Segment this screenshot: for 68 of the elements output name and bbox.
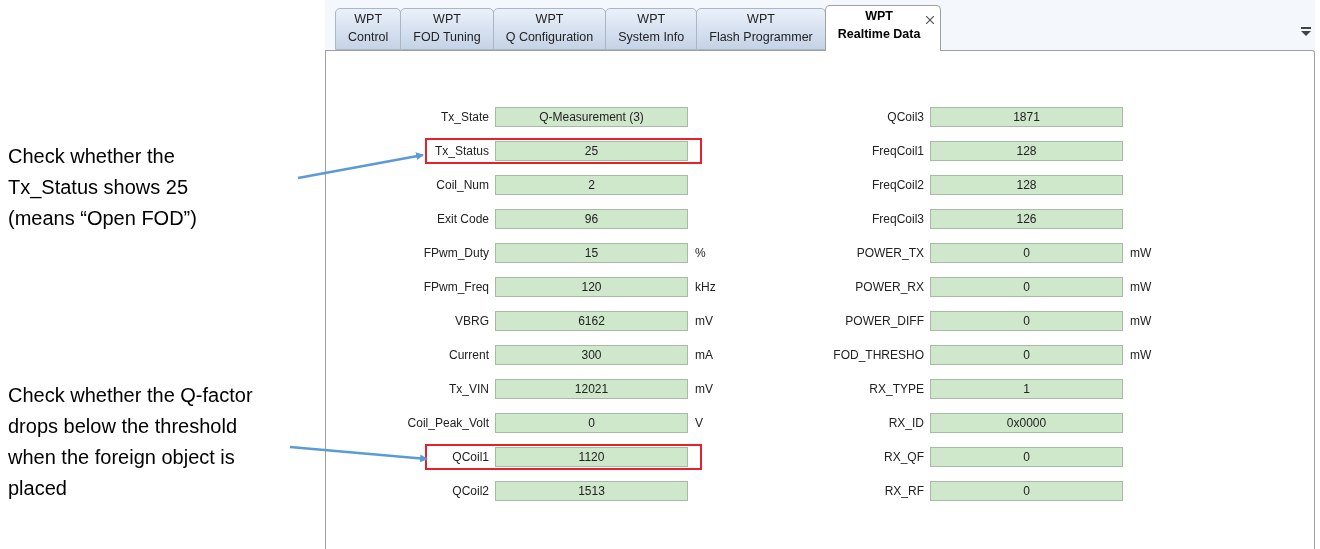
close-icon[interactable]	[926, 16, 935, 24]
field-label: Tx_State	[440, 109, 489, 126]
field-label: Tx_VIN	[449, 381, 489, 398]
field-label: RX_ID	[888, 415, 924, 432]
field-label: QCoil2	[452, 483, 489, 500]
field-label: Coil_Num	[436, 177, 489, 194]
value-field: 128	[930, 141, 1123, 161]
value-field: 25	[495, 141, 688, 161]
tab[interactable]: WPT Control	[335, 8, 402, 50]
value-field: 0	[930, 277, 1123, 297]
value-field: 0	[495, 413, 688, 433]
field-label: FreqCoil2	[871, 177, 924, 194]
field-label: POWER_RX	[855, 279, 924, 296]
value-field: 0	[930, 447, 1123, 467]
field-label: Exit Code	[436, 211, 489, 228]
value-field: 1513	[495, 481, 688, 501]
tab[interactable]: WPT Q Configuration	[492, 8, 607, 50]
annotation-text: Check whether the Q-factor drops below the threshold when the foreign object is placed	[8, 383, 254, 501]
unit-label: mV	[695, 313, 713, 330]
tab[interactable]: WPT Realtime Data	[824, 5, 942, 51]
unit-label: mW	[1130, 313, 1152, 330]
value-field: 12021	[495, 379, 688, 399]
unit-label: %	[695, 245, 706, 262]
field-label: RX_RF	[884, 483, 924, 500]
value-field: 126	[930, 209, 1123, 229]
overflow-icon[interactable]	[1301, 27, 1311, 36]
value-field: 1120	[495, 447, 688, 467]
field-label: RX_QF	[884, 449, 924, 466]
value-field: 0	[930, 345, 1123, 365]
value-field: 15	[495, 243, 688, 263]
value-field: Q-Measurement (3)	[495, 107, 688, 127]
value-field: 0	[930, 481, 1123, 501]
value-field: 96	[495, 209, 688, 229]
value-field: 120	[495, 277, 688, 297]
field-label: Coil_Peak_Volt	[407, 415, 489, 432]
field-label: VBRG	[455, 313, 489, 330]
field-label: FPwm_Duty	[423, 245, 489, 262]
field-label: POWER_TX	[856, 245, 924, 262]
value-field: 300	[495, 345, 688, 365]
field-label: FreqCoil3	[871, 211, 924, 228]
field-label: FOD_THRESHO	[833, 347, 924, 364]
unit-label: V	[695, 415, 703, 432]
unit-label: mA	[695, 347, 713, 364]
annotation-text: Check whether the Tx_Status shows 25 (means “Open FOD”)	[8, 144, 198, 231]
value-field: 2	[495, 175, 688, 195]
field-label: Current	[449, 347, 489, 364]
value-field: 0	[930, 311, 1123, 331]
unit-label: mW	[1130, 347, 1152, 364]
field-label: FPwm_Freq	[423, 279, 489, 296]
value-field: 6162	[495, 311, 688, 331]
value-field: 0	[930, 243, 1123, 263]
value-field: 128	[930, 175, 1123, 195]
value-field: 0x0000	[930, 413, 1123, 433]
unit-label: kHz	[695, 279, 716, 296]
field-label: POWER_DIFF	[845, 313, 924, 330]
field-label: FreqCoil1	[871, 143, 924, 160]
field-label: QCoil3	[887, 109, 924, 126]
field-label: Tx_Status	[434, 143, 489, 160]
tab[interactable]: WPT FOD Tuning	[400, 8, 494, 50]
field-label: RX_TYPE	[869, 381, 924, 398]
value-field: 1	[930, 379, 1123, 399]
unit-label: mW	[1130, 245, 1152, 262]
tab[interactable]: WPT Flash Programmer	[696, 8, 826, 50]
value-field: 1871	[930, 107, 1123, 127]
field-label: QCoil1	[452, 449, 489, 466]
unit-label: mW	[1130, 279, 1152, 296]
unit-label: mV	[695, 381, 713, 398]
tab[interactable]: WPT System Info	[605, 8, 698, 50]
